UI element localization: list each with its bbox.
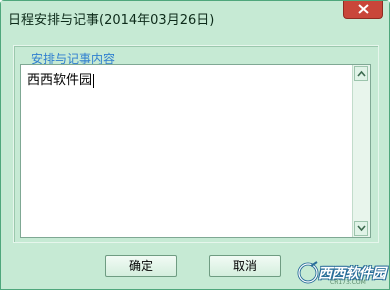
scroll-down-button[interactable] [354,221,368,236]
chevron-up-icon [357,70,366,77]
watermark-logo: 西西软件园 CR173.COM [296,258,388,288]
text-caret [93,73,95,88]
window-title: 日程安排与记事(2014年03月26日) [8,13,215,28]
memo-content: 西西软件园 [27,69,95,88]
close-button[interactable] [343,1,383,19]
title-bar[interactable]: 日程安排与记事(2014年03月26日) [1,1,389,33]
cancel-button[interactable]: 取消 [209,255,281,277]
vertical-scrollbar[interactable] [352,65,370,237]
ok-button[interactable]: 确定 [105,255,177,277]
chevron-down-icon [357,225,366,232]
memo-textarea[interactable]: 西西软件园 [20,64,371,238]
dialog-window: 日程安排与记事(2014年03月26日) 安排与记事内容 西西软件园 确定 取消 [0,0,390,290]
scroll-up-button[interactable] [354,66,368,81]
logo-swirl-icon [297,261,319,284]
dialog-client: 安排与记事内容 西西软件园 确定 取消 [7,33,383,283]
close-icon [358,4,369,14]
memo-groupbox: 安排与记事内容 西西软件园 [13,45,379,243]
watermark-url: CR173.COM [330,279,366,286]
memo-text: 西西软件园 [27,73,93,88]
